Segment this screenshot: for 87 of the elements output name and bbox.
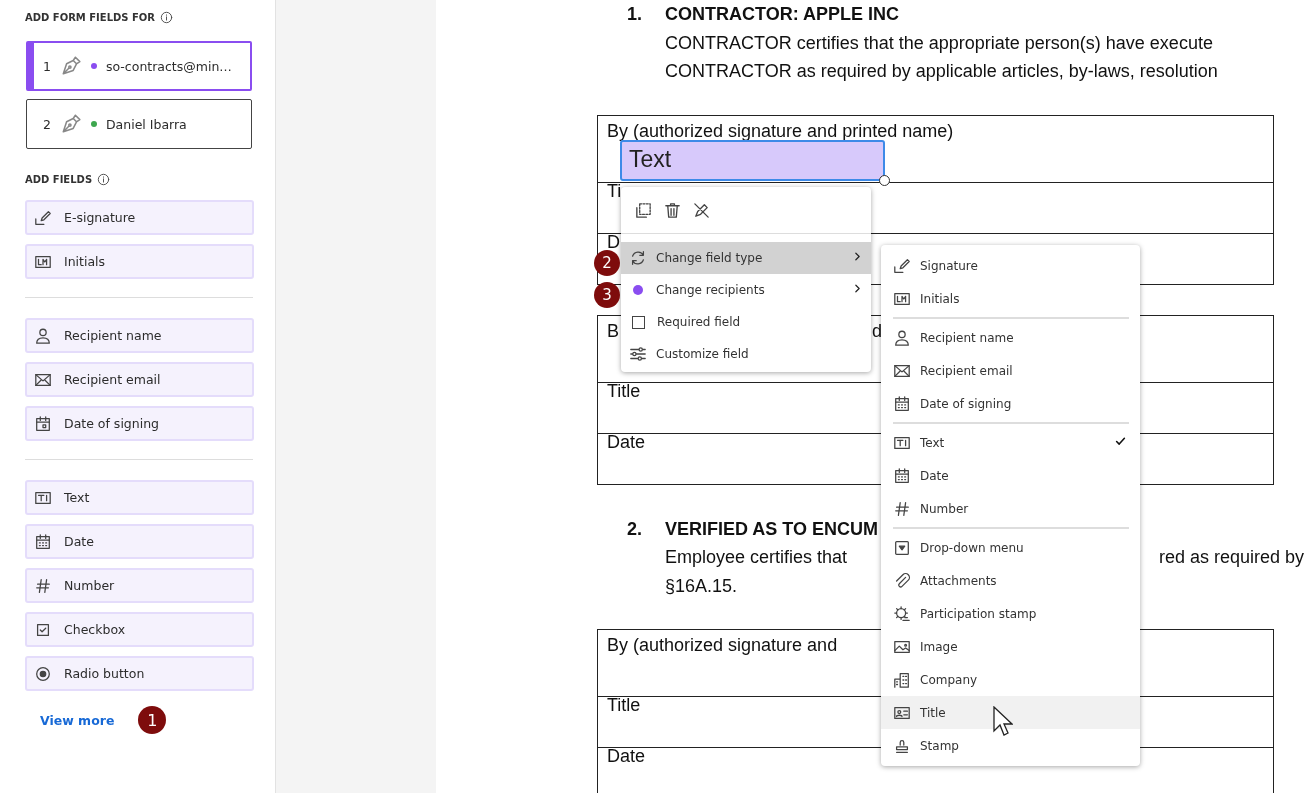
recipient-name: Daniel Ibarra — [105, 116, 187, 132]
table-cell-text: By (authorized signature and — [607, 634, 838, 657]
menu-item[interactable]: Date — [881, 459, 1140, 492]
person-icon — [893, 328, 911, 347]
paragraph-text: CONTRACTOR as required by applicable articles, by-laws, resolution — [665, 60, 1218, 83]
paragraph-text: CONTRACTOR certifies that the appropriate person(s) have execute — [665, 31, 1213, 55]
menu-item[interactable]: Date of signing — [881, 387, 1140, 420]
menu-item[interactable]: Change recipients — [621, 274, 871, 306]
calendar-icon — [34, 414, 52, 433]
menu-item[interactable]: Number — [881, 492, 1140, 525]
gear-stamp-icon — [893, 604, 911, 623]
menu-item[interactable]: Signature — [881, 249, 1140, 282]
menu-item[interactable]: Customize field — [621, 338, 871, 370]
info-icon — [160, 10, 174, 24]
menu-item[interactable]: Company — [881, 663, 1140, 696]
section-heading: ADD FORM FIELDS FOR — [25, 11, 156, 23]
table-cell-text: By (authorized signature and printed name) — [607, 119, 954, 143]
add-field-button[interactable]: Checkbox — [25, 612, 254, 647]
recipient-card[interactable]: 1 so-contracts@min… — [26, 41, 252, 91]
menu-item[interactable]: Attachments — [881, 564, 1140, 597]
buildings-icon — [893, 670, 911, 689]
step-badge: 3 — [594, 282, 620, 308]
table-cell-text: Title — [607, 382, 641, 400]
recipient-number: 2 — [43, 116, 51, 132]
sliders-icon — [629, 345, 647, 363]
checkbox[interactable] — [632, 315, 645, 329]
menu-item[interactable]: Change field type — [621, 242, 871, 274]
add-field-button[interactable]: Number — [25, 568, 254, 603]
menu-item[interactable]: Stamp — [881, 729, 1140, 762]
add-field-button[interactable]: Recipient email — [25, 362, 254, 397]
refresh-icon — [629, 249, 647, 267]
duplicate-icon — [634, 201, 653, 220]
table-cell-text: Title — [607, 697, 641, 714]
calendar-icon — [893, 394, 911, 413]
table-cell-text: d — [872, 319, 883, 343]
info-icon — [97, 172, 111, 186]
calendar-icon — [893, 466, 911, 485]
menu-item[interactable]: Recipient email — [881, 354, 1140, 387]
radio-icon — [34, 664, 52, 683]
menu-item[interactable]: Title — [881, 696, 1140, 729]
paragraph-text: red as required by — [1158, 546, 1304, 569]
dropdown-icon — [893, 538, 911, 557]
paperclip-icon — [893, 571, 911, 590]
step-badge: 1 — [138, 706, 167, 734]
checkmark-icon — [1114, 434, 1127, 448]
table-cell-text: Date — [607, 433, 646, 451]
table-cell-text: D — [607, 233, 620, 251]
menu-item[interactable]: Participation stamp — [881, 597, 1140, 630]
hash-icon — [893, 499, 911, 518]
list-number: 1. — [627, 3, 643, 26]
paragraph-text: Employee certifies that — [665, 546, 848, 569]
add-field-button[interactable]: E-signature — [25, 200, 254, 235]
person-icon — [34, 326, 52, 345]
section-heading: ADD FIELDS — [25, 173, 93, 185]
table-cell-text: B — [607, 319, 619, 343]
recipient-number: 1 — [43, 58, 51, 74]
add-field-button[interactable]: Date of signing — [25, 406, 254, 441]
add-field-button[interactable]: Radio button — [25, 656, 254, 691]
pen-icon — [893, 256, 911, 275]
section-heading: CONTRACTOR: APPLE INC — [665, 3, 900, 26]
hash-icon — [34, 576, 52, 595]
menu-item[interactable]: Image — [881, 630, 1140, 663]
calendar-icon — [34, 532, 52, 551]
text-form-field[interactable]: Text — [620, 140, 885, 181]
pen-slash-icon — [692, 201, 711, 220]
menu-item[interactable]: Drop-down menu — [881, 531, 1140, 564]
paragraph-text: §16A.15. — [665, 574, 738, 598]
menu-item[interactable]: Initials — [881, 282, 1140, 315]
recipient-name: so-contracts@min… — [105, 58, 232, 74]
list-number: 2. — [627, 517, 643, 541]
recipient-card[interactable]: 2 Daniel Ibarra — [26, 99, 252, 149]
menu-item[interactable]: Text — [881, 426, 1140, 459]
view-more-link[interactable]: View more — [40, 712, 115, 728]
add-field-button[interactable]: Recipient name — [25, 318, 254, 353]
table-cell-text: Date — [607, 748, 646, 765]
table-cell-text: Ti — [607, 182, 622, 200]
add-field-button[interactable]: Date — [25, 524, 254, 559]
step-badge: 2 — [594, 250, 620, 276]
resize-handle[interactable] — [879, 175, 890, 186]
add-field-button[interactable]: Initials — [25, 244, 254, 279]
pen-icon — [34, 208, 52, 227]
mouse-pointer-icon — [993, 706, 1013, 736]
menu-item[interactable]: Recipient name — [881, 321, 1140, 354]
menu-item[interactable]: Required field — [621, 306, 871, 338]
section-heading: VERIFIED AS TO ENCUM — [665, 517, 880, 541]
delete-icon — [663, 201, 682, 220]
add-field-button[interactable]: Text — [25, 480, 254, 515]
